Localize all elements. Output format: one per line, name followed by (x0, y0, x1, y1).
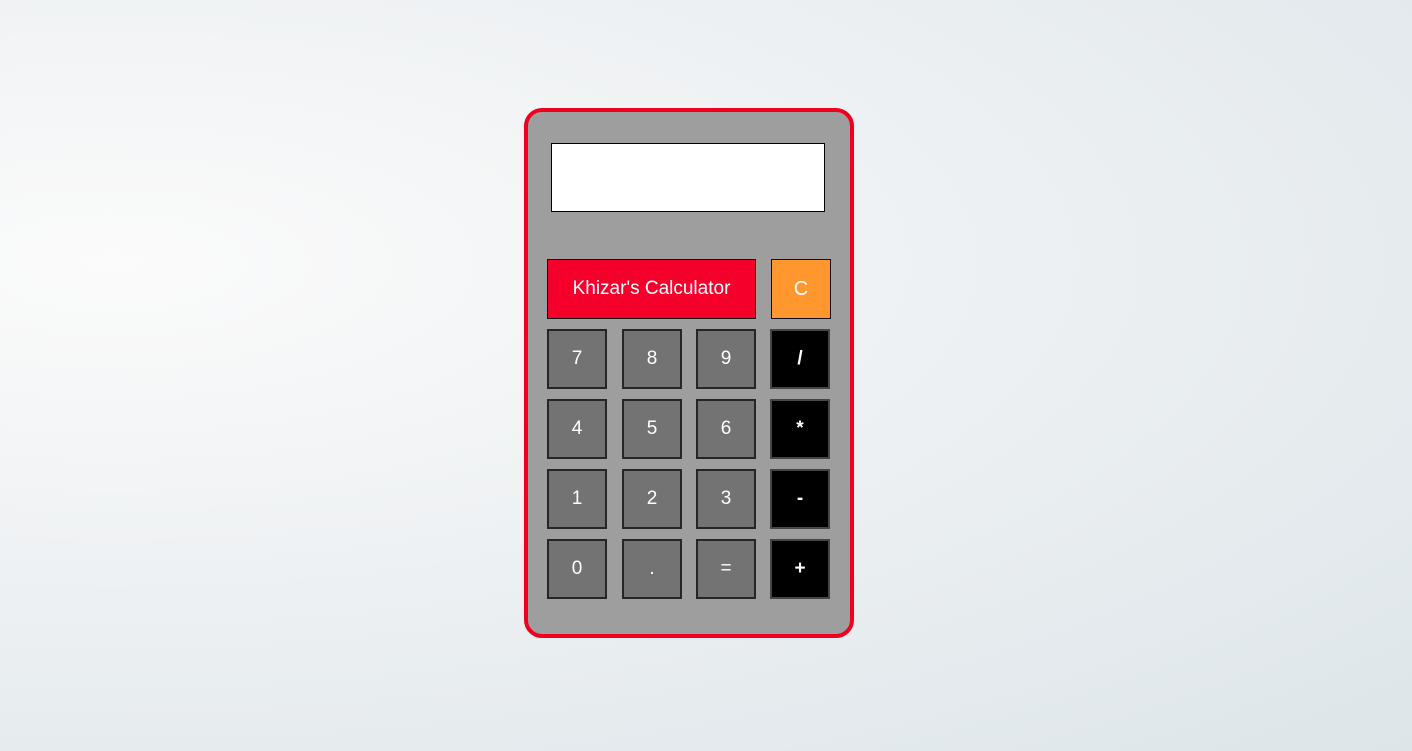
digit-1-button[interactable]: 1 (547, 469, 607, 529)
digit-5-button[interactable]: 5 (622, 399, 682, 459)
subtract-button[interactable]: - (770, 469, 830, 529)
digit-2-button[interactable]: 2 (622, 469, 682, 529)
add-button[interactable]: + (770, 539, 830, 599)
clear-button[interactable]: C (771, 259, 831, 319)
digit-8-button[interactable]: 8 (622, 329, 682, 389)
digit-3-button[interactable]: 3 (696, 469, 756, 529)
calculator-display[interactable] (551, 143, 825, 212)
calculator-title-button[interactable]: Khizar's Calculator (547, 259, 756, 319)
equals-button[interactable]: = (696, 539, 756, 599)
divide-button[interactable]: / (770, 329, 830, 389)
multiply-button[interactable]: * (770, 399, 830, 459)
digit-6-button[interactable]: 6 (696, 399, 756, 459)
calculator-body: Khizar's Calculator C 7 8 9 / 4 5 6 * 1 … (524, 108, 854, 638)
digit-9-button[interactable]: 9 (696, 329, 756, 389)
digit-4-button[interactable]: 4 (547, 399, 607, 459)
digit-0-button[interactable]: 0 (547, 539, 607, 599)
digit-7-button[interactable]: 7 (547, 329, 607, 389)
decimal-button[interactable]: . (622, 539, 682, 599)
